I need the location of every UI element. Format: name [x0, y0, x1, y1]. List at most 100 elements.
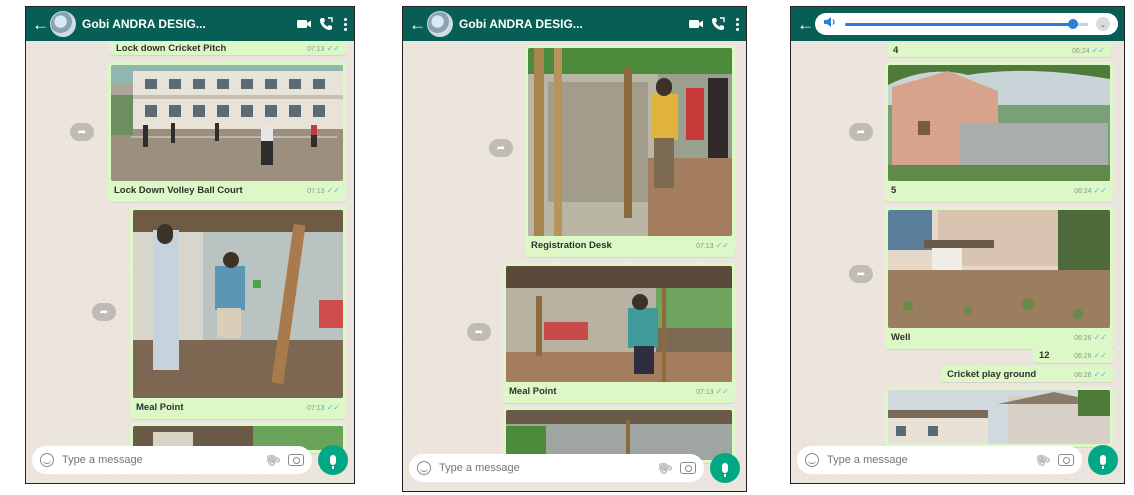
registration-desk-photo[interactable] — [528, 48, 732, 236]
read-receipt-icon: ✓✓ — [326, 185, 340, 195]
read-receipt-icon: ✓✓ — [326, 402, 340, 412]
message-time: 07:13 ✓✓ — [696, 240, 729, 250]
emoji-icon[interactable] — [417, 461, 431, 475]
camera-icon[interactable] — [680, 462, 696, 474]
forward-icon: ➦ — [856, 268, 866, 280]
whatsapp-chat-screen-2: ← Gobi ANDRA DESIG... Registration Desk … — [402, 6, 747, 492]
message-caption: Lock down Cricket Pitch — [116, 42, 227, 54]
back-arrow-icon[interactable]: ← — [409, 16, 426, 33]
more-options-icon[interactable] — [736, 17, 740, 31]
building-photo[interactable] — [888, 65, 1110, 181]
forward-button[interactable]: ➦ — [849, 265, 873, 283]
well-photo[interactable] — [888, 210, 1110, 328]
message-time: 07:13 ✓✓ — [696, 386, 729, 396]
message-input-pill[interactable]: 🖇 — [409, 454, 704, 482]
forward-button[interactable]: ➦ — [92, 303, 116, 321]
voice-call-icon[interactable] — [710, 16, 726, 32]
mic-button[interactable] — [318, 445, 348, 475]
video-call-icon[interactable] — [688, 16, 704, 32]
forward-icon: ➦ — [856, 126, 866, 138]
image-caption-row: Meal Point 07:13 ✓✓ — [506, 382, 732, 400]
image-caption-row: 5 06:24 ✓✓ — [888, 181, 1110, 199]
message-bubble[interactable]: Lock down Cricket Pitch 07:13 ✓✓ — [110, 41, 346, 55]
image-message[interactable]: Well 06:26 ✓✓ — [885, 207, 1113, 349]
more-options-icon[interactable] — [344, 17, 348, 31]
microphone-icon — [1100, 455, 1106, 469]
volleyball-court-photo[interactable] — [111, 65, 343, 181]
image-caption-row: Meal Point 07:13 ✓✓ — [133, 398, 343, 416]
attach-icon[interactable]: 🖇 — [1032, 450, 1053, 471]
image-message[interactable]: Meal Point 07:13 ✓✓ — [130, 207, 346, 419]
message-input[interactable] — [439, 462, 649, 474]
message-caption: 4 — [893, 44, 899, 56]
chat-title[interactable]: Gobi ANDRA DESIG... — [82, 17, 290, 31]
forward-button[interactable]: ➦ — [489, 139, 513, 157]
back-arrow-icon[interactable]: ← — [797, 16, 814, 33]
message-bubble[interactable]: 12 06:26 ✓✓ — [1033, 347, 1113, 363]
message-bubble[interactable]: Cricket play ground 06:26 ✓✓ — [941, 366, 1113, 382]
chat-header: ← Gobi ANDRA DESIG... — [403, 7, 746, 41]
image-message[interactable]: 5 06:24 ✓✓ — [885, 62, 1113, 202]
message-time: 07:13 ✓✓ — [307, 43, 340, 53]
whatsapp-chat-screen-1: ← Gobi ANDRA DESIG... Lock down Cricket … — [25, 6, 355, 484]
camera-icon[interactable] — [288, 454, 304, 466]
message-caption: Well — [891, 331, 911, 343]
message-input[interactable] — [62, 454, 257, 466]
chat-header: ← Gobi ANDRA DESIG... — [26, 7, 354, 41]
cricket-ground-photo[interactable] — [888, 390, 1110, 444]
message-input[interactable] — [827, 454, 1027, 466]
microphone-icon — [330, 455, 336, 469]
audio-player-bar[interactable]: ⌄ — [815, 13, 1118, 35]
back-arrow-icon[interactable]: ← — [32, 16, 49, 33]
forward-icon: ➦ — [496, 142, 506, 154]
image-message[interactable]: Meal Point 07:13 ✓✓ — [503, 263, 735, 403]
image-message[interactable]: Lock Down Volley Ball Court 07:13 ✓✓ — [108, 62, 346, 202]
message-time: 06:26 ✓✓ — [1074, 332, 1107, 342]
image-message[interactable]: Registration Desk 07:13 ✓✓ — [525, 45, 735, 257]
meal-point-photo[interactable] — [133, 210, 343, 398]
mic-button[interactable] — [1088, 445, 1118, 475]
screenshot-collage: ← Gobi ANDRA DESIG... Lock down Cricket … — [0, 0, 1134, 495]
group-avatar[interactable] — [427, 11, 453, 37]
message-input-pill[interactable]: 🖇 — [32, 446, 312, 474]
message-input-pill[interactable]: 🖇 — [797, 446, 1082, 474]
emoji-icon[interactable] — [40, 453, 54, 467]
read-receipt-icon: ✓✓ — [326, 43, 340, 53]
image-caption-row: Well 06:26 ✓✓ — [888, 328, 1110, 346]
emoji-icon[interactable] — [805, 453, 819, 467]
microphone-icon — [722, 463, 728, 477]
read-receipt-icon: ✓✓ — [1091, 45, 1105, 55]
audio-progress-knob[interactable] — [1068, 18, 1079, 29]
read-receipt-icon: ✓✓ — [715, 240, 729, 250]
voice-call-icon[interactable] — [318, 16, 334, 32]
chat-title[interactable]: Gobi ANDRA DESIG... — [459, 17, 682, 31]
audio-progress-track[interactable] — [845, 18, 1088, 29]
camera-icon[interactable] — [1058, 454, 1074, 466]
read-receipt-icon: ✓✓ — [715, 386, 729, 396]
speaker-icon[interactable] — [823, 15, 837, 33]
read-receipt-icon: ✓✓ — [1093, 185, 1107, 195]
message-time: 07:13 ✓✓ — [307, 402, 340, 412]
image-caption-row: Registration Desk 07:13 ✓✓ — [528, 236, 732, 254]
forward-button[interactable]: ➦ — [467, 323, 491, 341]
message-time: 06:24 ✓✓ — [1074, 185, 1107, 195]
forward-button[interactable]: ➦ — [70, 123, 94, 141]
message-caption: 5 — [891, 184, 897, 196]
meal-point-photo[interactable] — [506, 266, 732, 382]
whatsapp-chat-screen-3: ← ⌄ 4 06:24 ✓✓ 5 06:24 ✓✓ ➦ Well 06:26 ✓… — [790, 6, 1125, 484]
image-message[interactable] — [885, 387, 1113, 447]
chevron-down-icon[interactable]: ⌄ — [1096, 17, 1110, 31]
forward-button[interactable]: ➦ — [849, 123, 873, 141]
audio-progress-fill — [845, 22, 1074, 26]
group-avatar[interactable] — [50, 11, 76, 37]
attach-icon[interactable]: 🖇 — [262, 450, 283, 471]
attach-icon[interactable]: 🖇 — [654, 458, 675, 479]
video-call-icon[interactable] — [296, 16, 312, 32]
message-bubble[interactable]: 4 06:24 ✓✓ — [887, 43, 1111, 57]
mic-button[interactable] — [710, 453, 740, 483]
read-receipt-icon: ✓✓ — [1093, 350, 1107, 360]
message-caption: Meal Point — [509, 385, 557, 397]
message-caption: Cricket play ground — [947, 368, 1037, 380]
message-caption: Meal Point — [136, 401, 184, 413]
read-receipt-icon: ✓✓ — [1093, 369, 1107, 379]
